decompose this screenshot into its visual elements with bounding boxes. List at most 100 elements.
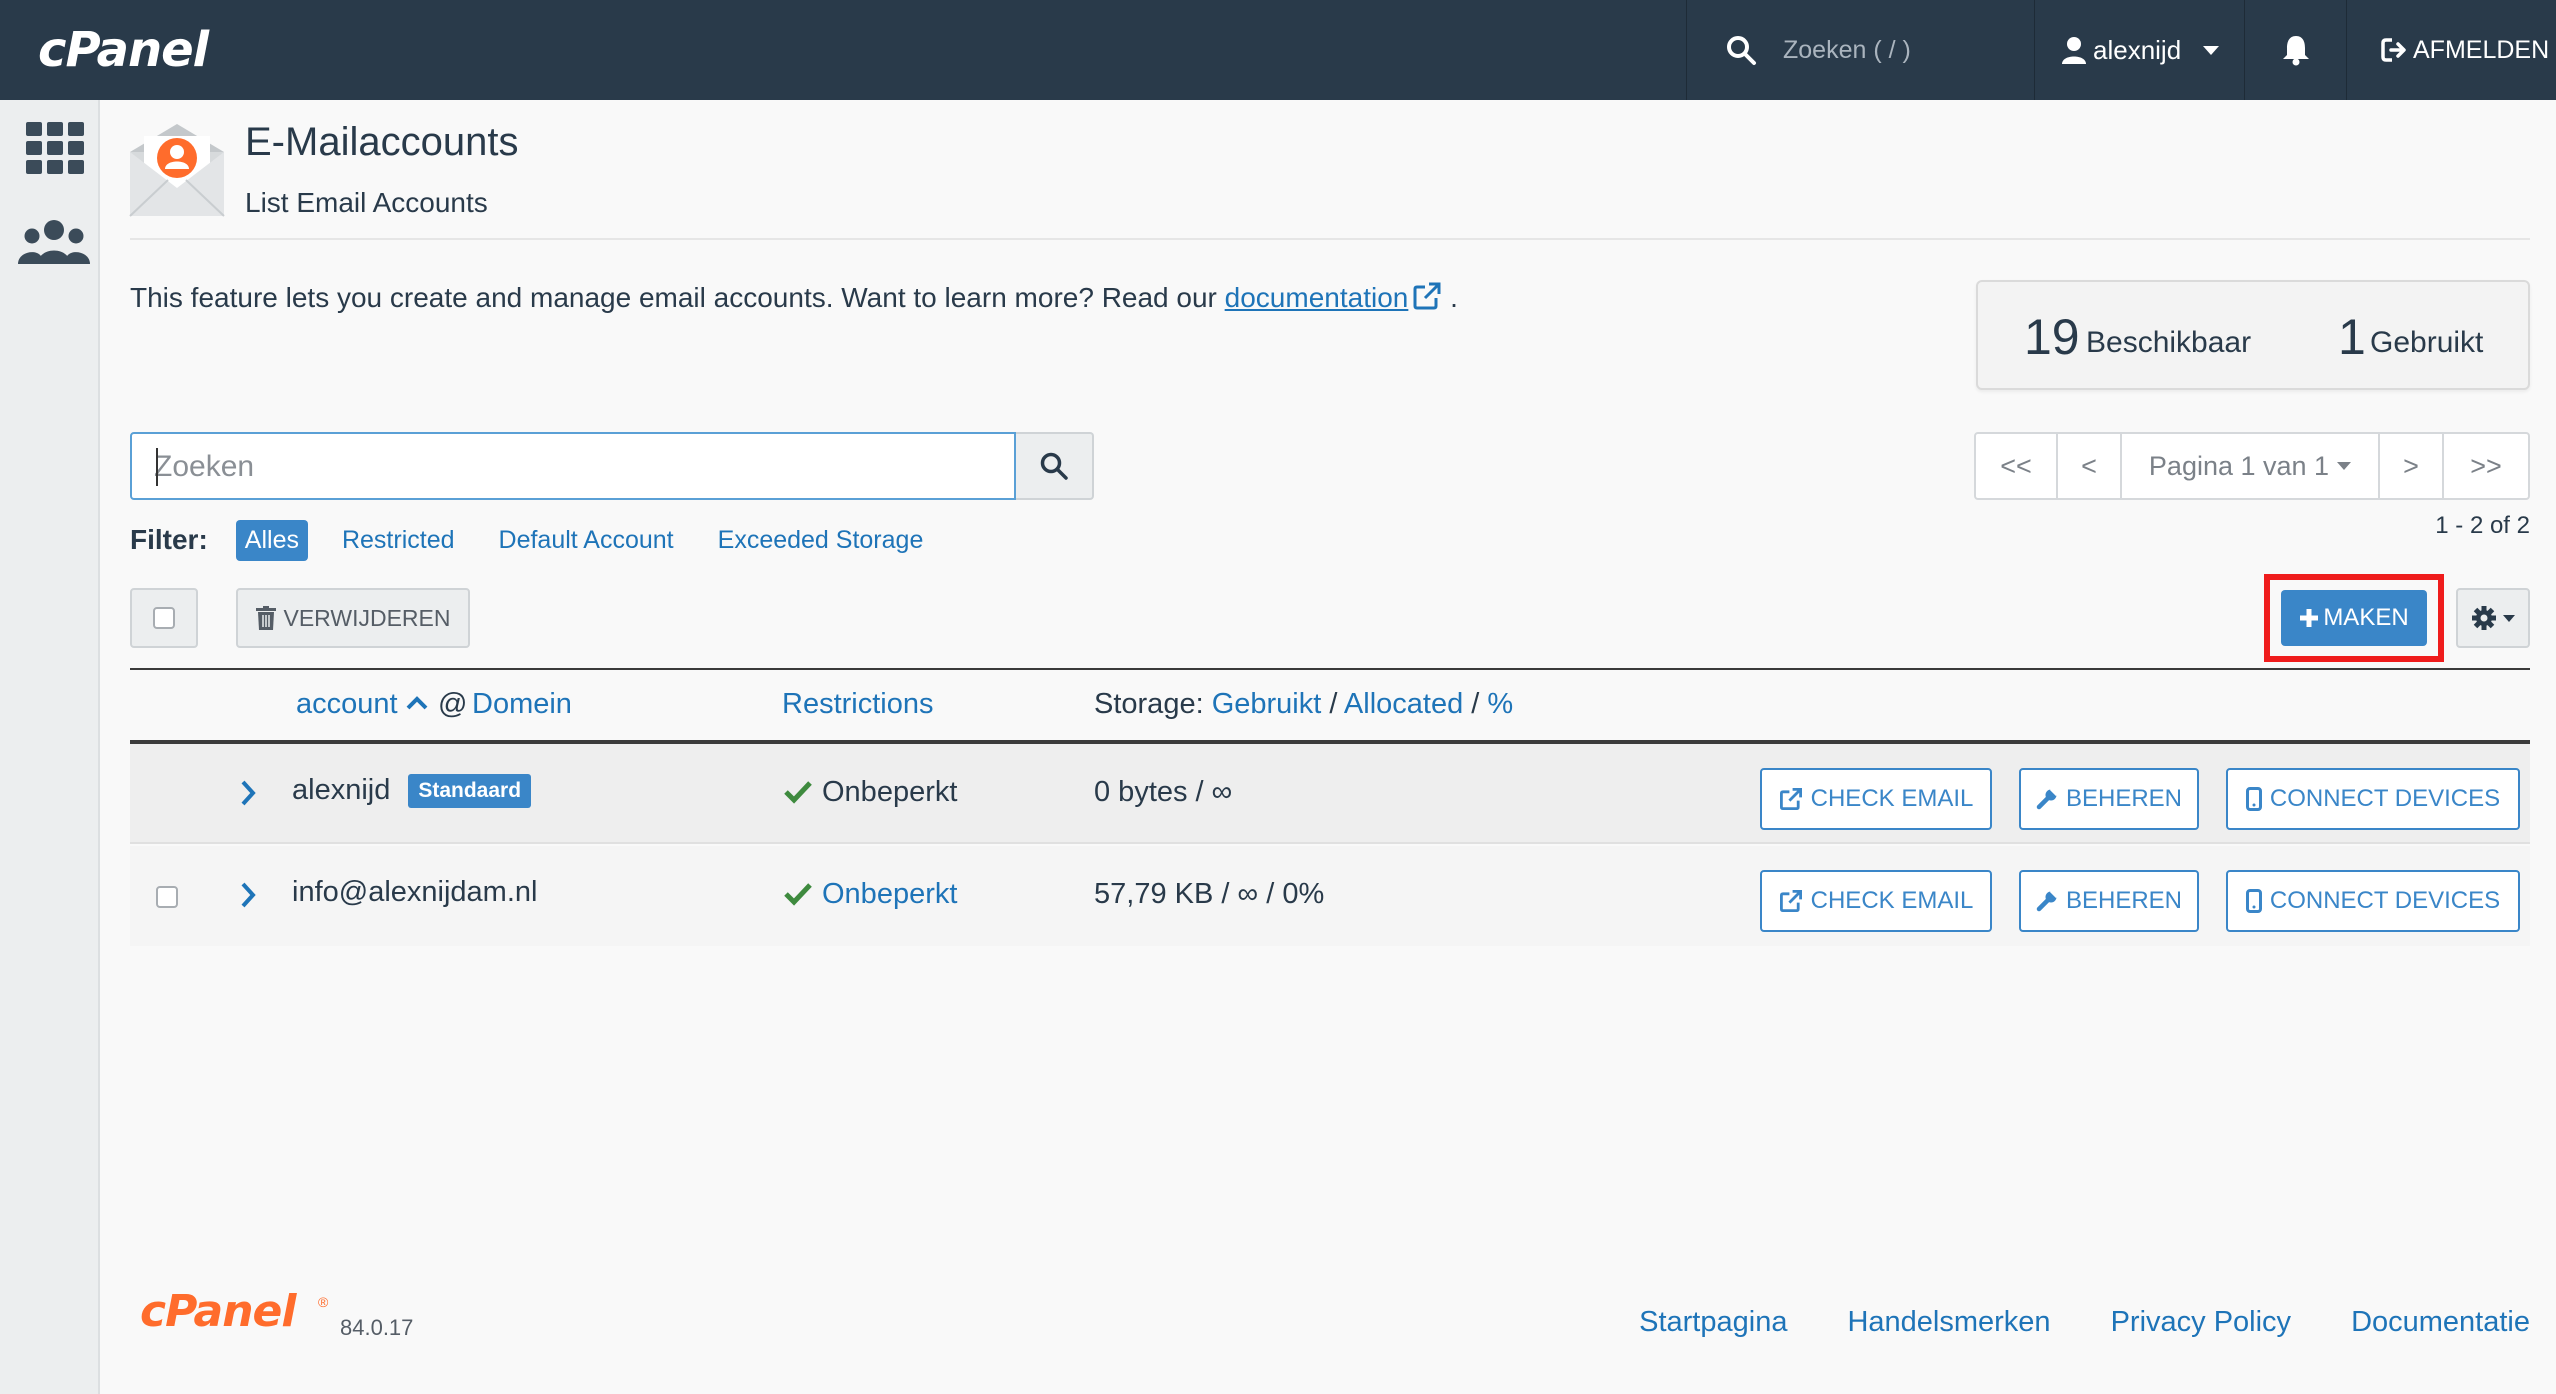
used-count: 1 xyxy=(2338,309,2366,365)
sidebar xyxy=(0,100,100,1394)
storage-header: Storage: Gebruikt / Allocated / % xyxy=(1094,688,1513,721)
storage-cell: 57,79 KB / ∞ / 0% xyxy=(1094,878,1325,910)
user-menu[interactable]: alexnijd xyxy=(2034,0,2244,100)
footer-link-home[interactable]: Startpagina xyxy=(1639,1306,1787,1339)
connect-devices-label: CONNECT DEVICES xyxy=(2269,785,2501,812)
search-icon xyxy=(1727,36,1756,65)
check-email-label: CHECK EMAIL xyxy=(1810,785,1974,812)
chevron-down-icon xyxy=(2503,614,2515,622)
documentation-link[interactable]: documentation xyxy=(1225,282,1409,313)
storage-prefix: Storage: xyxy=(1094,688,1204,720)
text-cursor xyxy=(156,448,158,486)
external-link-icon xyxy=(1779,890,1802,912)
connect-devices-button[interactable]: CONNECT DEVICES xyxy=(2226,768,2520,830)
users-icon[interactable] xyxy=(18,220,90,266)
filter-bar: Filter: Alles Restricted Default Account… xyxy=(130,518,967,562)
footer-link-docs[interactable]: Documentatie xyxy=(2351,1306,2530,1339)
last-page-button[interactable]: >> xyxy=(2444,434,2528,498)
sort-restrictions-header[interactable]: Restrictions xyxy=(782,688,934,721)
connect-devices-button[interactable]: CONNECT DEVICES xyxy=(2226,870,2520,932)
checkbox-box xyxy=(153,607,175,629)
restriction-cell: Onbeperkt xyxy=(784,878,957,911)
first-page-button[interactable]: << xyxy=(1976,434,2058,498)
cpanel-logo[interactable]: cPanel xyxy=(38,22,209,78)
logout-icon xyxy=(2381,38,2406,62)
logout-button[interactable]: AFMELDEN xyxy=(2346,0,2556,100)
sort-domain-header[interactable]: Domein xyxy=(472,688,572,721)
account-name: info@alexnijdam.nl xyxy=(292,876,538,908)
table-row: info@alexnijdam.nl Onbeperkt 57,79 KB / … xyxy=(130,846,2530,946)
storage-cell: 0 bytes / ∞ xyxy=(1094,776,1233,808)
restriction-link[interactable]: Onbeperkt xyxy=(822,878,957,910)
select-all-checkbox[interactable] xyxy=(130,588,198,648)
sort-asc-icon xyxy=(406,696,428,710)
sort-storage-allocated[interactable]: Allocated xyxy=(1344,688,1463,720)
row-checkbox[interactable] xyxy=(156,886,178,908)
check-icon xyxy=(784,781,812,804)
account-search-input[interactable]: Zoeken xyxy=(130,432,1016,500)
table-header: account @ Domein Restrictions Storage: G… xyxy=(130,668,2530,744)
pagination-range: 1 - 2 of 2 xyxy=(2435,512,2530,539)
filter-default-account[interactable]: Default Account xyxy=(499,526,674,555)
account-name-cell: alexnijd Standaard xyxy=(292,774,532,808)
next-page-button[interactable]: > xyxy=(2380,434,2444,498)
wrench-icon xyxy=(2036,788,2058,810)
check-email-label: CHECK EMAIL xyxy=(1810,887,1974,914)
pagination: << < Pagina 1 van 1 > >> xyxy=(1974,432,2530,500)
logout-label: AFMELDEN xyxy=(2413,35,2550,64)
check-email-button[interactable]: CHECK EMAIL xyxy=(1760,870,1992,932)
chevron-down-icon xyxy=(2337,462,2352,470)
manage-label: BEHEREN xyxy=(2065,785,2183,812)
global-search-placeholder: Zoeken ( / ) xyxy=(1783,35,1911,64)
sort-account-header[interactable]: account xyxy=(296,688,398,721)
chevron-right-icon[interactable] xyxy=(238,778,258,808)
sort-storage-used[interactable]: Gebruikt xyxy=(1212,688,1322,720)
gear-icon xyxy=(2472,606,2496,630)
account-name: alexnijd xyxy=(292,774,391,806)
restriction-value: Onbeperkt xyxy=(822,776,958,808)
delete-label: VERWIJDEREN xyxy=(283,604,451,631)
filter-exceeded-storage[interactable]: Exceeded Storage xyxy=(718,526,924,555)
manage-button[interactable]: BEHEREN xyxy=(2019,870,2199,932)
account-stats: 19 Beschikbaar 1 Gebruikt xyxy=(1976,280,2530,390)
user-icon xyxy=(2062,37,2086,64)
settings-dropdown-button[interactable] xyxy=(2456,588,2530,648)
search-button[interactable] xyxy=(1016,432,1094,500)
top-navbar: cPanel Zoeken ( / ) alexnijd AFMELDEN xyxy=(0,0,2556,100)
intro-text: This feature lets you create and manage … xyxy=(130,281,1458,314)
prev-page-button[interactable]: < xyxy=(2058,434,2122,498)
global-search[interactable]: Zoeken ( / ) xyxy=(1686,0,2034,100)
delete-button[interactable]: VERWIJDEREN xyxy=(236,588,470,648)
search-icon xyxy=(1040,452,1068,480)
registered-mark: ® xyxy=(318,1294,329,1310)
footer-link-trademarks[interactable]: Handelsmerken xyxy=(1847,1306,2050,1339)
page-select[interactable]: Pagina 1 van 1 xyxy=(2122,434,2380,498)
check-email-button[interactable]: CHECK EMAIL xyxy=(1760,768,1992,830)
footer-cpanel-logo[interactable]: cPanel xyxy=(140,1286,296,1337)
version-number: 84.0.17 xyxy=(340,1315,414,1340)
email-accounts-icon xyxy=(129,124,225,217)
wrench-icon xyxy=(2036,890,2058,912)
used-label: Gebruikt xyxy=(2370,326,2484,359)
filter-all[interactable]: Alles xyxy=(235,519,308,561)
create-button[interactable]: MAKEN xyxy=(2281,590,2427,646)
filter-label: Filter: xyxy=(130,524,208,555)
check-icon xyxy=(784,883,812,906)
chevron-right-icon[interactable] xyxy=(238,880,258,910)
footer-links: Startpagina Handelsmerken Privacy Policy… xyxy=(1579,1306,2530,1339)
manage-button[interactable]: BEHEREN xyxy=(2019,768,2199,830)
apps-grid-icon[interactable] xyxy=(26,122,84,174)
intro-body: This feature lets you create and manage … xyxy=(130,282,1225,313)
sort-storage-percent[interactable]: % xyxy=(1487,688,1513,720)
intro-suffix: . xyxy=(1450,282,1458,313)
footer-link-privacy[interactable]: Privacy Policy xyxy=(2111,1306,2292,1339)
available-count: 19 xyxy=(2024,309,2080,365)
storage-sep: / xyxy=(1329,688,1338,720)
trash-icon xyxy=(255,606,276,630)
external-link-icon[interactable] xyxy=(1412,281,1442,311)
username: alexnijd xyxy=(2093,34,2182,65)
filter-restricted[interactable]: Restricted xyxy=(342,526,455,555)
mobile-icon xyxy=(2245,889,2262,913)
notifications-button[interactable] xyxy=(2244,0,2346,100)
plus-icon xyxy=(2300,609,2319,627)
